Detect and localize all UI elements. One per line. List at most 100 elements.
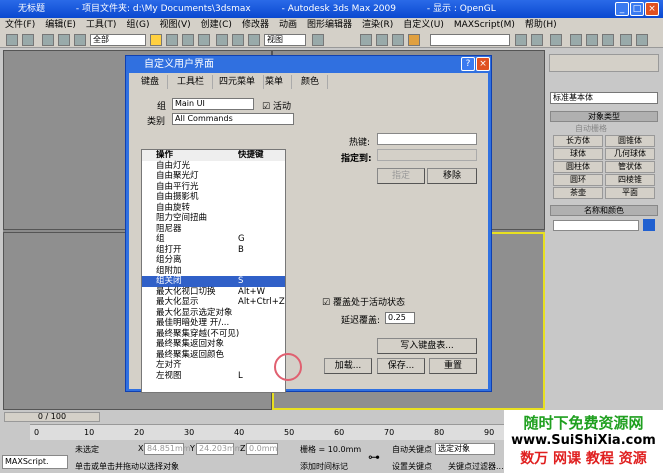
menu-file[interactable]: 文件(F) xyxy=(5,20,35,30)
redo-icon[interactable] xyxy=(22,34,34,46)
overlay-checkbox[interactable]: ☑ 覆盖处于活动状态 xyxy=(322,295,405,308)
create-category-icons[interactable] xyxy=(549,76,659,90)
material-editor-icon[interactable] xyxy=(602,34,614,46)
list-item[interactable]: 最大化显示 Alt+Ctrl+Z xyxy=(142,297,285,308)
y-coord-field[interactable]: 24.203mm xyxy=(196,443,243,455)
menu-group[interactable]: 组(G) xyxy=(126,20,149,30)
render-frame-icon[interactable] xyxy=(636,34,648,46)
list-item[interactable]: 最终聚集返回对象 xyxy=(142,339,285,350)
percent-snap-icon[interactable] xyxy=(392,34,404,46)
bind-spacewarp-icon[interactable] xyxy=(74,34,86,46)
load-button[interactable]: 加载... xyxy=(324,358,372,374)
list-item[interactable]: 自由旋转 xyxy=(142,203,285,214)
sphere-button[interactable]: 球体 xyxy=(553,148,603,160)
maxscript-listener[interactable]: MAXScript. xyxy=(2,455,68,469)
menu-help[interactable]: 帮助(H) xyxy=(525,20,557,30)
align-icon[interactable] xyxy=(531,34,543,46)
cone-button[interactable]: 圆锥体 xyxy=(605,135,655,147)
cylinder-button[interactable]: 圆柱体 xyxy=(553,161,603,173)
track-bar[interactable]: 0 10 20 30 40 50 60 70 80 90 xyxy=(30,424,504,440)
name-color-rollout[interactable]: 名称和颜色 xyxy=(550,205,658,216)
dialog-close-button[interactable]: × xyxy=(476,57,490,71)
close-button[interactable]: × xyxy=(645,2,659,16)
tab-keyboard[interactable]: 键盘 xyxy=(133,75,169,89)
list-item[interactable]: 自由聚光灯 xyxy=(142,171,285,182)
list-item[interactable]: 阻尼器 xyxy=(142,224,285,235)
object-color-swatch[interactable] xyxy=(643,219,655,231)
menu-modifiers[interactable]: 修改器 xyxy=(242,20,269,30)
coord-system-dropdown[interactable]: 视图 xyxy=(264,34,306,46)
hotkey-input[interactable] xyxy=(377,133,477,145)
region-select-icon[interactable] xyxy=(182,34,194,46)
list-item[interactable]: 左视图 L xyxy=(142,371,285,382)
list-item[interactable]: 自由灯光 xyxy=(142,161,285,172)
list-item[interactable]: 左对齐 xyxy=(142,360,285,371)
tube-button[interactable]: 管状体 xyxy=(605,161,655,173)
menu-animation[interactable]: 动画 xyxy=(279,20,297,30)
key-icon[interactable]: ⊶ xyxy=(368,450,380,464)
maximize-button[interactable]: □ xyxy=(630,2,644,16)
menu-customize[interactable]: 自定义(U) xyxy=(403,20,444,30)
menu-graph-editors[interactable]: 图形编辑器 xyxy=(307,20,352,30)
tab-menus[interactable]: 菜单 xyxy=(257,75,293,89)
render-setup-icon[interactable] xyxy=(620,34,632,46)
menu-maxscript[interactable]: MAXScript(M) xyxy=(454,20,515,30)
time-slider[interactable]: 0 / 100 xyxy=(4,412,100,422)
select-icon[interactable] xyxy=(150,34,162,46)
list-item[interactable]: 组打开 B xyxy=(142,245,285,256)
active-checkbox[interactable]: ☑ 活动 xyxy=(262,99,291,112)
menu-tools[interactable]: 工具(T) xyxy=(86,20,117,30)
curve-editor-icon[interactable] xyxy=(570,34,582,46)
teapot-button[interactable]: 茶壶 xyxy=(553,187,603,199)
menu-create[interactable]: 创建(C) xyxy=(201,20,232,30)
snap-icon[interactable] xyxy=(360,34,372,46)
z-coord-field[interactable]: 0.0mm xyxy=(246,443,278,455)
set-key-button[interactable]: 设置关键点 xyxy=(392,461,432,472)
named-selection-dropdown[interactable] xyxy=(430,34,510,46)
menu-edit[interactable]: 编辑(E) xyxy=(45,20,76,30)
key-filters-button[interactable]: 关键点过滤器... xyxy=(448,461,504,472)
list-item[interactable]: 最佳明暗处理 开/... xyxy=(142,318,285,329)
torus-button[interactable]: 圆环 xyxy=(553,174,603,186)
select-by-name-icon[interactable] xyxy=(166,34,178,46)
list-item[interactable]: 组分离 xyxy=(142,255,285,266)
spinner-snap-icon[interactable] xyxy=(408,34,420,46)
list-item[interactable]: 组附加 xyxy=(142,266,285,277)
pyramid-button[interactable]: 四棱锥 xyxy=(605,174,655,186)
list-item[interactable]: 最终聚集返回颜色 xyxy=(142,350,285,361)
help-button[interactable]: ? xyxy=(461,57,475,71)
primitive-type-dropdown[interactable]: 标准基本体 xyxy=(550,92,658,104)
tab-toolbars[interactable]: 工具栏 xyxy=(169,75,214,89)
list-item[interactable]: 最大化视口切换 Alt+W xyxy=(142,287,285,298)
list-item[interactable]: 组G xyxy=(142,234,285,245)
scale-icon[interactable] xyxy=(248,34,260,46)
schematic-view-icon[interactable] xyxy=(586,34,598,46)
assign-button[interactable]: 指定 xyxy=(377,168,425,184)
list-item[interactable]: 自由平行光 xyxy=(142,182,285,193)
angle-snap-icon[interactable] xyxy=(376,34,388,46)
save-button[interactable]: 保存... xyxy=(377,358,425,374)
add-time-tag[interactable]: 添加时间标记 xyxy=(300,461,348,472)
x-coord-field[interactable]: 84.851mm xyxy=(144,443,191,455)
command-panel-tabs[interactable] xyxy=(549,54,659,72)
undo-icon[interactable] xyxy=(6,34,18,46)
remove-button[interactable]: 移除 xyxy=(427,168,477,184)
action-list[interactable]: 操作 快捷键 自由灯光 自由聚光灯 自由平行光 自由摄影机 自由旋转 阻力空间扭曲 阻尼器组 G… xyxy=(141,149,286,393)
geosphere-button[interactable]: 几何球体 xyxy=(605,148,655,160)
link-icon[interactable] xyxy=(42,34,54,46)
menu-rendering[interactable]: 渲染(R) xyxy=(362,20,393,30)
window-crossing-icon[interactable] xyxy=(198,34,210,46)
pivot-icon[interactable] xyxy=(312,34,324,46)
menu-views[interactable]: 视图(V) xyxy=(159,20,190,30)
object-type-rollout[interactable]: 对象类型 xyxy=(550,111,658,122)
list-item[interactable]: 组关闭 S xyxy=(142,276,285,287)
reset-button[interactable]: 重置 xyxy=(429,358,477,374)
auto-key-button[interactable]: 自动关键点 xyxy=(392,444,432,455)
box-button[interactable]: 长方体 xyxy=(553,135,603,147)
group-dropdown[interactable]: Main UI xyxy=(172,98,254,110)
autogrid-checkbox[interactable]: 自动栅格 xyxy=(575,123,607,134)
list-item[interactable]: 阻力空间扭曲 xyxy=(142,213,285,224)
list-item[interactable]: 自由摄影机 xyxy=(142,192,285,203)
mirror-icon[interactable] xyxy=(515,34,527,46)
move-icon[interactable] xyxy=(216,34,228,46)
